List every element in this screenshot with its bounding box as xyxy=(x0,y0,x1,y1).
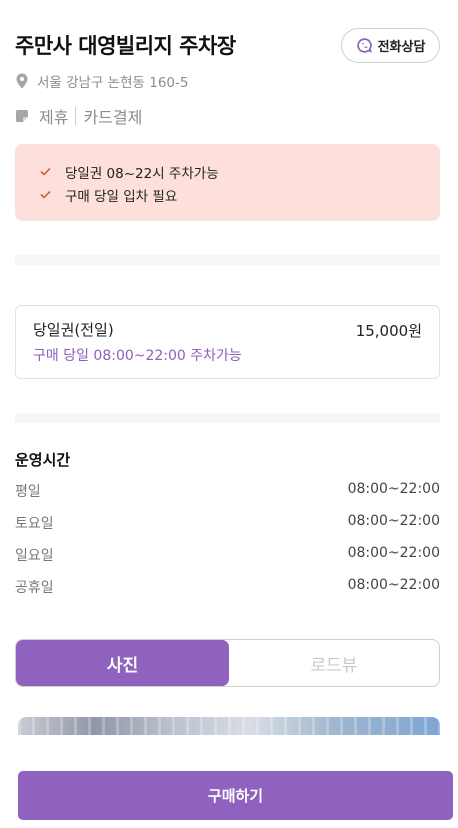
hours-row: 일요일 08:00~22:00 xyxy=(15,545,440,565)
feature-tags: 제휴 카드결제 xyxy=(15,104,142,128)
hours-title: 운영시간 xyxy=(15,451,71,469)
purchase-button[interactable]: 구매하기 xyxy=(18,771,453,820)
hours-time: 08:00~22:00 xyxy=(347,545,440,561)
hours-row: 공휴일 08:00~22:00 xyxy=(15,577,440,597)
ticket-card[interactable]: 당일권(전일) 15,000원 구매 당일 08:00~22:00 주차가능 xyxy=(15,305,440,379)
tab-photo[interactable]: 사진 xyxy=(16,640,229,686)
notice-item: 당일권 08~22시 주차가능 xyxy=(40,160,440,183)
address-text: 서울 강남구 논현동 160-5 xyxy=(37,75,189,91)
notice-box: 당일권 08~22시 주차가능 구매 당일 입차 필요 xyxy=(15,144,440,221)
hours-row: 토요일 08:00~22:00 xyxy=(15,513,440,533)
check-icon xyxy=(40,167,51,176)
address: 서울 강남구 논현동 160-5 xyxy=(15,71,188,91)
hours-row: 평일 08:00~22:00 xyxy=(15,481,440,501)
section-divider xyxy=(15,255,440,265)
tag-icon xyxy=(16,110,28,122)
ticket-price: 15,000원 xyxy=(355,322,422,340)
phone-chat-icon xyxy=(356,38,372,53)
hours-time: 08:00~22:00 xyxy=(347,481,440,497)
tab-roadview[interactable]: 로드뷰 xyxy=(229,640,439,686)
tag-card-payment: 카드결제 xyxy=(83,108,143,127)
ticket-description: 구매 당일 08:00~22:00 주차가능 xyxy=(33,348,242,364)
header: 주만사 대영빌리지 주차장 전화상담 xyxy=(15,28,440,64)
tag-divider xyxy=(75,107,77,125)
view-toggle: 사진 로드뷰 xyxy=(15,639,440,687)
hours-day: 공휴일 xyxy=(15,580,54,596)
hours-day: 토요일 xyxy=(15,516,54,532)
call-consult-label: 전화상담 xyxy=(377,40,426,55)
check-icon xyxy=(40,190,51,199)
tag-affiliate: 제휴 xyxy=(39,108,69,127)
hours-time: 08:00~22:00 xyxy=(347,513,440,529)
hours-day: 평일 xyxy=(15,484,41,500)
hours-day: 일요일 xyxy=(15,548,54,564)
bottom-bar: 구매하기 xyxy=(0,735,458,828)
call-consult-button[interactable]: 전화상담 xyxy=(341,28,440,63)
parking-photo[interactable] xyxy=(18,717,440,735)
notice-text: 구매 당일 입차 필요 xyxy=(65,188,178,205)
notice-item: 구매 당일 입차 필요 xyxy=(40,183,440,206)
page-title: 주만사 대영빌리지 주차장 xyxy=(15,34,236,58)
section-divider xyxy=(15,413,440,423)
notice-text: 당일권 08~22시 주차가능 xyxy=(65,165,219,182)
location-pin-icon xyxy=(16,73,28,89)
hours-time: 08:00~22:00 xyxy=(347,577,440,593)
